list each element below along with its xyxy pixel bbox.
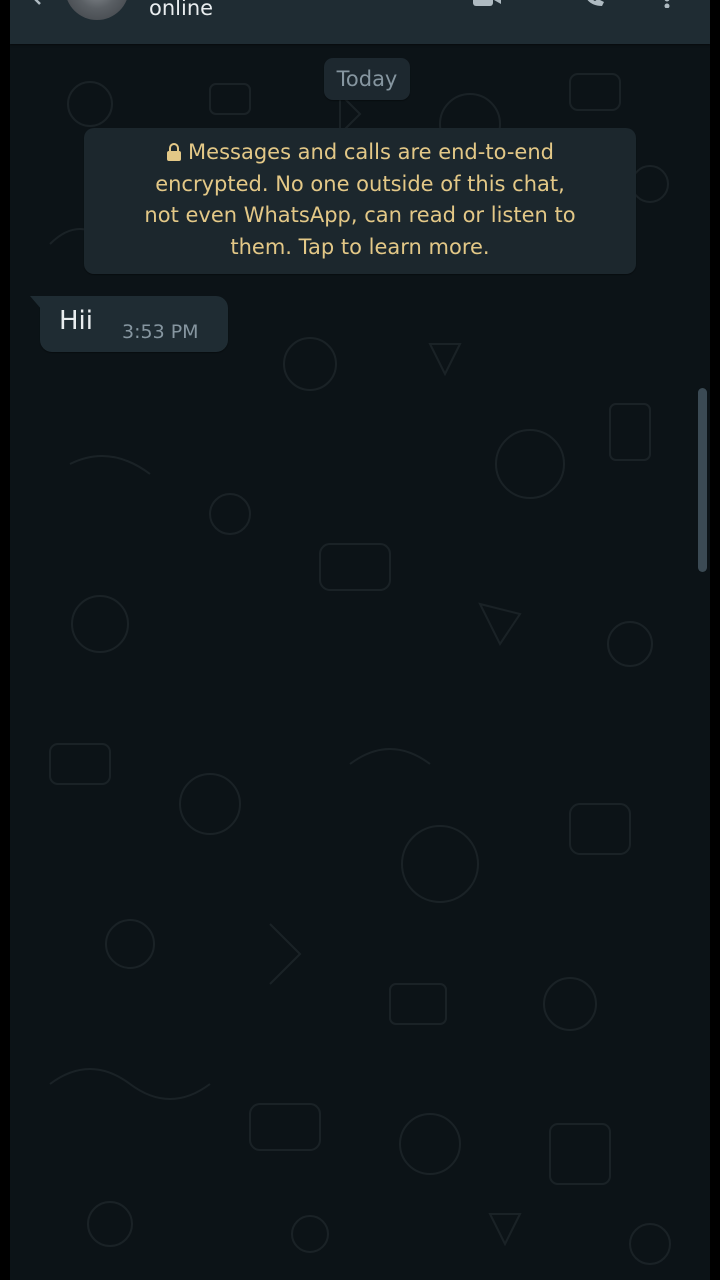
avatar[interactable]: [65, 0, 129, 20]
voice-call-icon[interactable]: [578, 0, 608, 8]
chat-screen: online Today Messages and calls are end-…: [10, 0, 710, 1280]
message-time: 3:53 PM: [122, 321, 199, 343]
encryption-notice[interactable]: Messages and calls are end-to-end encryp…: [84, 128, 636, 274]
lock-icon: [167, 143, 182, 161]
video-call-icon[interactable]: [472, 0, 502, 8]
message-text: Hii: [59, 306, 93, 336]
contact-status: online: [149, 0, 214, 20]
encryption-notice-line-3: not even WhatsApp, can read or listen to: [144, 203, 576, 227]
incoming-message[interactable]: Hii 3:53 PM: [30, 296, 228, 352]
chat-header: online: [10, 0, 710, 44]
scrollbar-thumb[interactable]: [698, 388, 707, 572]
date-chip: Today: [324, 58, 410, 100]
encryption-notice-line-4: them. Tap to learn more.: [230, 234, 490, 259]
encryption-notice-line-2: encrypted. No one outside of this chat,: [155, 171, 565, 196]
bubble-tail: [30, 296, 42, 310]
encryption-notice-line-1: Messages and calls are end-to-end: [98, 137, 622, 169]
back-arrow-icon[interactable]: [30, 0, 52, 8]
more-options-icon[interactable]: [660, 0, 674, 8]
